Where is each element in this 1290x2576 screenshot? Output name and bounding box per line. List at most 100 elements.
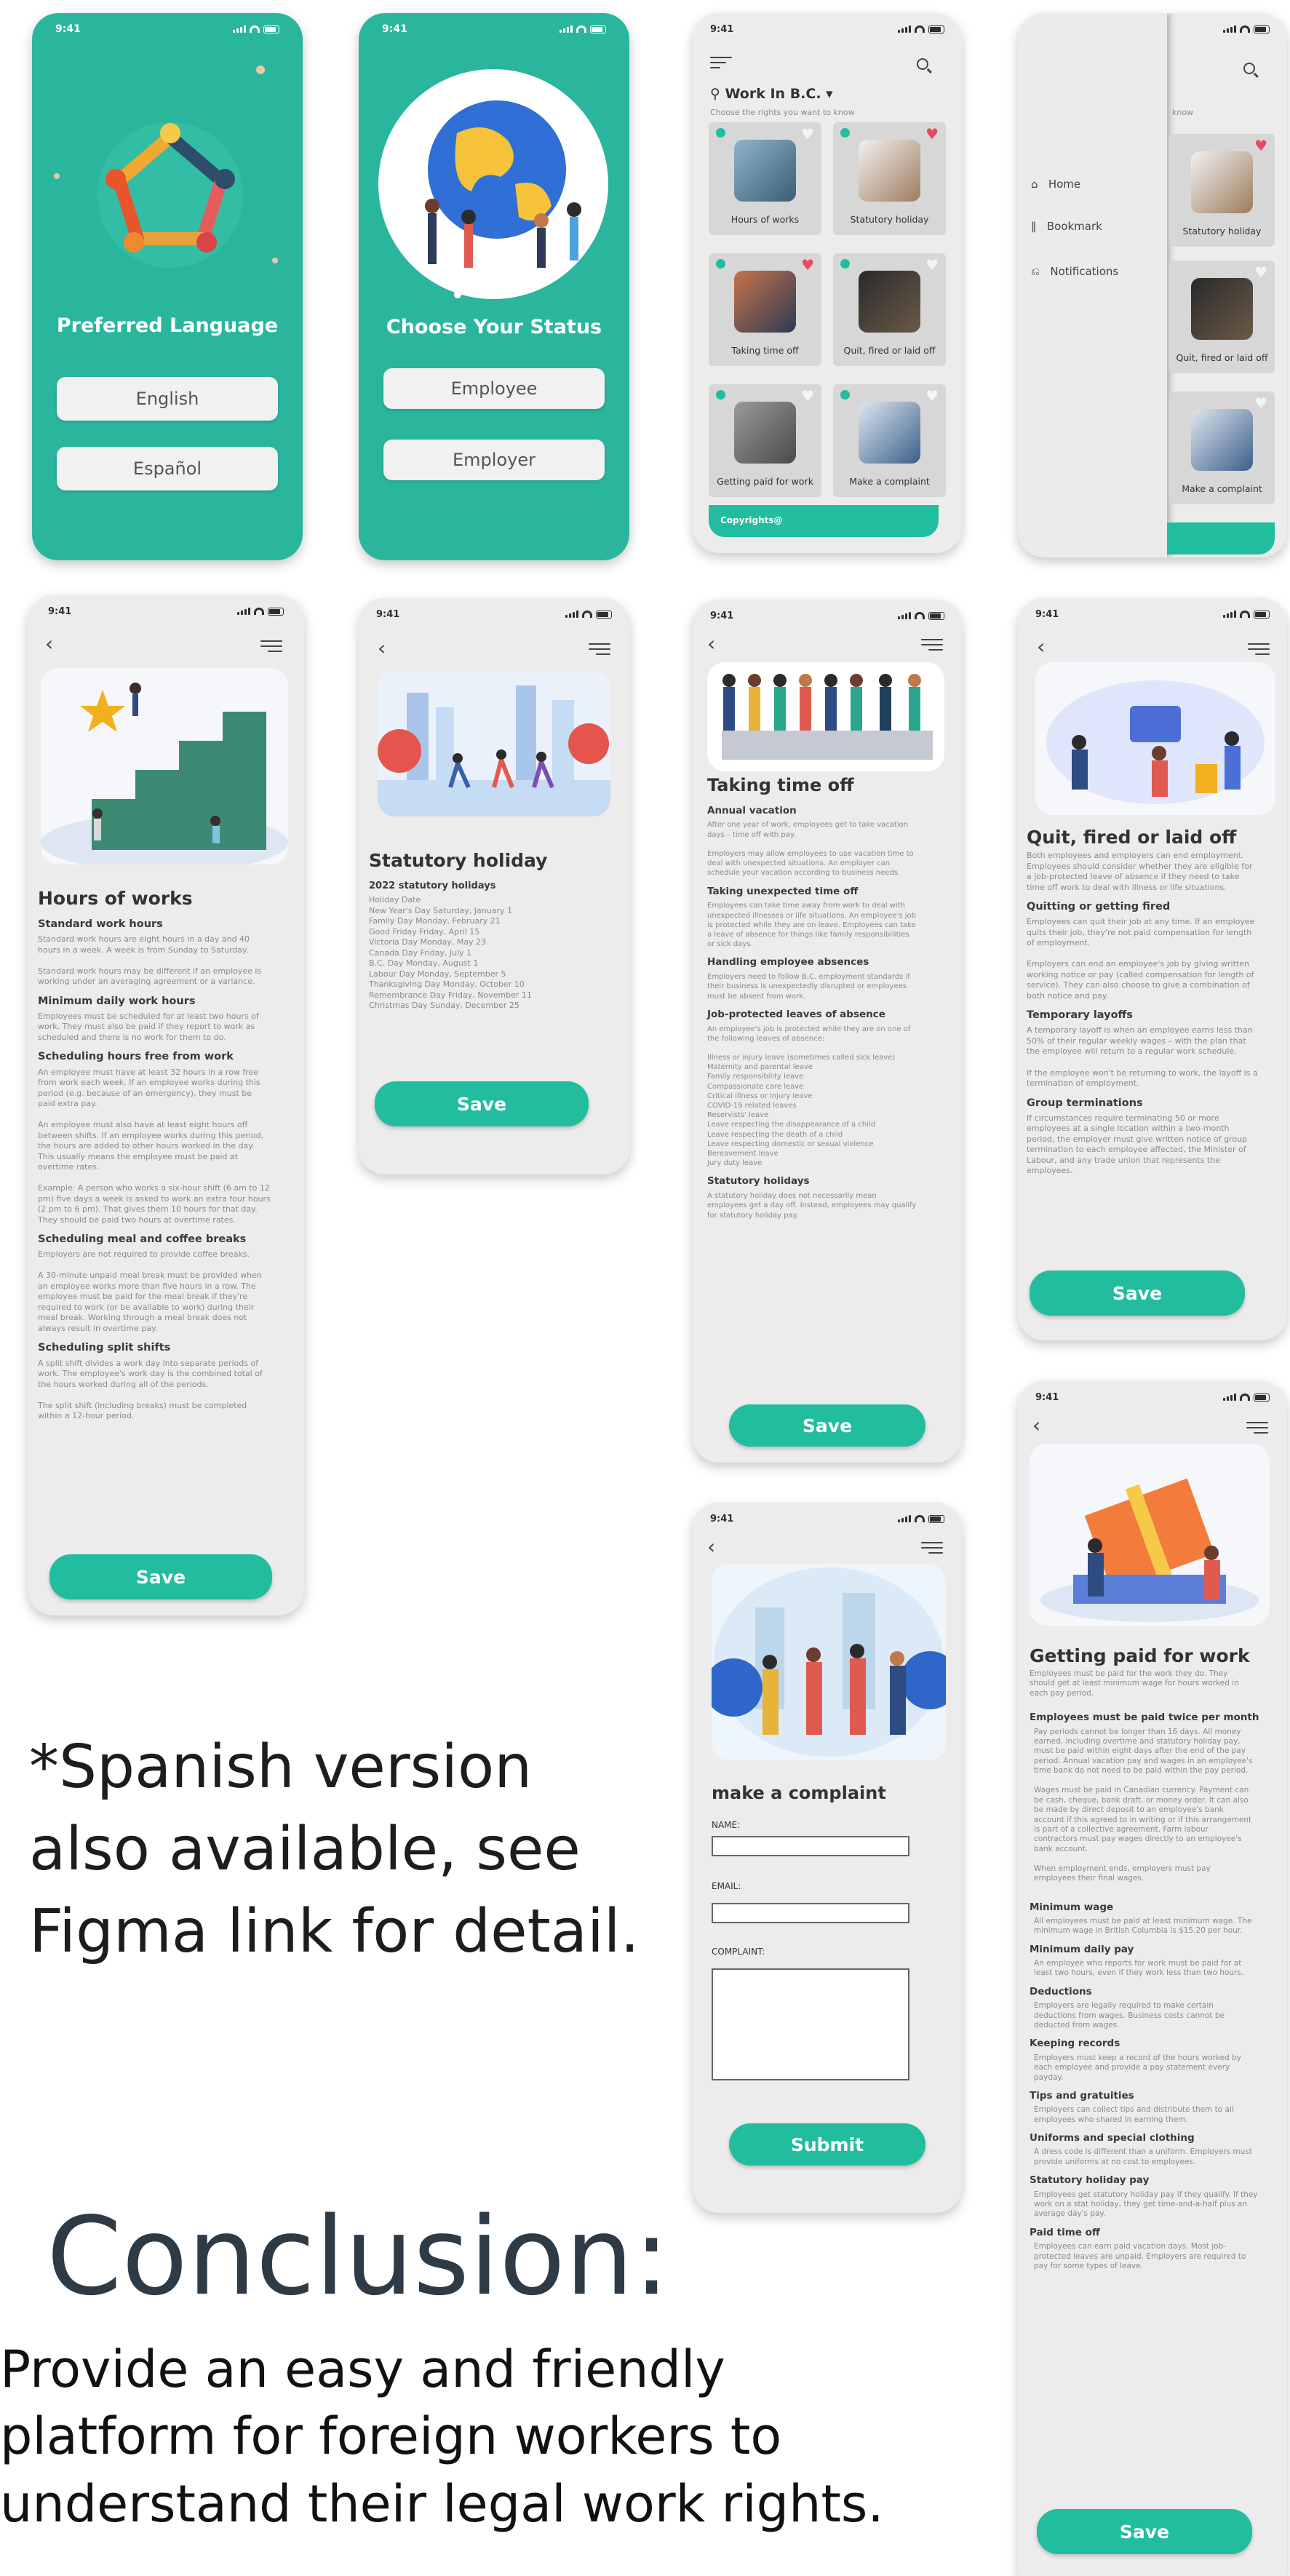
save-button[interactable]: Save	[1037, 2509, 1252, 2554]
menu-item-home[interactable]: ⌂ Home	[1031, 178, 1080, 191]
search-icon[interactable]	[917, 58, 928, 70]
menu-icon[interactable]	[921, 1542, 943, 1557]
section-text: Employers must keep a record of the hour…	[1034, 2053, 1242, 2082]
heart-icon[interactable]: ♥	[801, 127, 814, 141]
quit-thumbnail	[859, 271, 920, 333]
spanish-version-note: *Spanish version also available, see Fig…	[29, 1733, 640, 1967]
status-employer-button[interactable]: Employer	[383, 440, 605, 480]
complaint-textarea[interactable]	[712, 1968, 909, 2080]
heart-icon[interactable]: ♥	[925, 258, 939, 272]
heart-icon[interactable]: ♥	[925, 389, 939, 403]
menu-button[interactable]	[710, 57, 732, 72]
section-heading: Scheduling split shifts	[38, 1342, 171, 1354]
save-button[interactable]: Save	[375, 1081, 589, 1126]
city-running-illustration	[378, 671, 610, 816]
back-icon[interactable]: ‹	[378, 636, 386, 660]
section-heading: Tips and gratuities	[1030, 2090, 1134, 2102]
section-heading: Minimum wage	[1030, 1901, 1114, 1913]
back-icon[interactable]: ‹	[1037, 635, 1045, 659]
name-input[interactable]	[712, 1836, 909, 1856]
section-text: Pay periods cannot be longer than 16 day…	[1034, 1727, 1253, 1883]
page-title: Choose Your Status	[386, 316, 602, 338]
menu-icon[interactable]	[260, 640, 282, 656]
section-text: Employees must be scheduled for at least…	[38, 1011, 259, 1042]
back-icon[interactable]: ‹	[1032, 1413, 1040, 1437]
globe-people-illustration	[378, 69, 608, 299]
heart-icon[interactable]: ♥	[1254, 396, 1267, 410]
indicator-dot	[716, 390, 725, 399]
section-text: Employees can earn paid vacation days. M…	[1034, 2242, 1246, 2271]
status-time: 9:41	[710, 610, 734, 621]
section-text: If circumstances require terminating 50 …	[1027, 1113, 1248, 1176]
page-title: Quit, fired or laid off	[1027, 827, 1237, 848]
card-statutory-holiday[interactable]: ♥ Statutory holiday	[1169, 134, 1275, 247]
language-spanish-button[interactable]: Español	[57, 447, 278, 490]
card-getting-paid[interactable]: ♥ Getting paid for work	[709, 384, 821, 497]
card-quit-fired-laid-off[interactable]: ♥ Quit, fired or laid off	[1169, 261, 1275, 373]
save-button[interactable]: Save	[49, 1554, 272, 1599]
menu-icon[interactable]	[1246, 1422, 1268, 1437]
footer-bar	[1167, 522, 1275, 554]
office-meeting-illustration	[1035, 662, 1275, 815]
back-icon[interactable]: ‹	[707, 1535, 715, 1559]
section-heading: Keeping records	[1030, 2038, 1120, 2050]
status-bar: 9:41	[32, 13, 303, 45]
card-statutory-holiday[interactable]: ♥ Statutory holiday	[833, 122, 946, 235]
quit-content: Quit, fired or laid off Both employees a…	[1027, 825, 1281, 1182]
heart-icon[interactable]: ♥	[1254, 138, 1267, 153]
page-title: Preferred Language	[56, 314, 279, 337]
holiday-line: Good Friday Friday, April 15	[369, 926, 480, 937]
status-time: 9:41	[1035, 608, 1059, 620]
status-bar: 9:41	[359, 598, 629, 630]
card-label: Quit, fired or laid off	[843, 345, 936, 356]
card-label: Quit, fired or laid off	[1176, 352, 1268, 363]
menu-icon[interactable]	[1248, 643, 1270, 659]
status-time: 9:41	[376, 608, 400, 620]
heart-icon[interactable]: ♥	[1254, 265, 1267, 279]
heart-icon[interactable]: ♥	[801, 258, 814, 272]
section-heading: Job-protected leaves of absence	[707, 1008, 885, 1020]
holiday-line: Remembrance Day Friday, November 11	[369, 990, 532, 1000]
intro-text: Both employees and employers can end emp…	[1027, 851, 1253, 892]
email-label: EMAIL:	[712, 1881, 741, 1891]
heart-icon[interactable]: ♥	[801, 389, 814, 403]
name-label: NAME:	[712, 1820, 741, 1830]
card-quit-fired-laid-off[interactable]: ♥ Quit, fired or laid off	[833, 253, 946, 366]
back-icon[interactable]: ‹	[707, 632, 715, 656]
section-text: A split shift divides a work day into se…	[38, 1358, 263, 1421]
menu-icon[interactable]	[921, 639, 943, 654]
menu-item-bookmark[interactable]: ∥ Bookmark	[1031, 220, 1102, 233]
email-input[interactable]	[712, 1903, 909, 1923]
card-make-complaint[interactable]: ♥ Make a complaint	[1169, 391, 1275, 504]
save-button[interactable]: Save	[1030, 1271, 1245, 1316]
conclusion-text: Provide an easy and friendly platform fo…	[0, 2340, 884, 2534]
section-text: After one year of work, employees get to…	[707, 821, 914, 878]
location-selector[interactable]: ⚲ Work In B.C. ▾	[710, 86, 833, 102]
paid-content: Getting paid for work Employees must be …	[1030, 1645, 1283, 2277]
card-taking-time-off[interactable]: ♥ Taking time off	[709, 253, 821, 366]
section-text: A statutory holiday does not necessarily…	[707, 1192, 917, 1220]
status-bar: 9:41	[359, 13, 629, 45]
section-text: Employees get statutory holiday pay if t…	[1034, 2190, 1258, 2219]
card-make-complaint[interactable]: ♥ Make a complaint	[833, 384, 946, 497]
submit-button[interactable]: Submit	[729, 2123, 925, 2166]
section-text: Employers need to follow B.C. employment…	[707, 973, 910, 1001]
indicator-dot	[840, 259, 850, 269]
stairs-success-illustration	[41, 668, 288, 864]
language-english-button[interactable]: English	[57, 377, 278, 421]
status-employee-button[interactable]: Employee	[383, 368, 605, 409]
menu-icon[interactable]	[589, 643, 610, 659]
section-heading: Employees must be paid twice per month	[1030, 1712, 1259, 1724]
people-circle-illustration	[97, 122, 243, 268]
card-hours-of-works[interactable]: ♥ Hours of works	[709, 122, 821, 235]
quit-screen: 9:41 ‹ Quit, fired or laid off Both empl…	[1018, 598, 1287, 1340]
page-title: Taking time off	[707, 775, 854, 795]
timeoff-thumbnail	[734, 271, 796, 333]
status-time: 9:41	[55, 23, 81, 35]
heart-icon[interactable]: ♥	[925, 127, 939, 141]
menu-item-notifications[interactable]: ⎌ Notifications	[1031, 265, 1118, 278]
search-icon[interactable]	[1243, 63, 1255, 74]
section-heading: Scheduling hours free from work	[38, 1051, 234, 1063]
save-button[interactable]: Save	[729, 1404, 925, 1447]
back-icon[interactable]: ‹	[45, 632, 53, 656]
